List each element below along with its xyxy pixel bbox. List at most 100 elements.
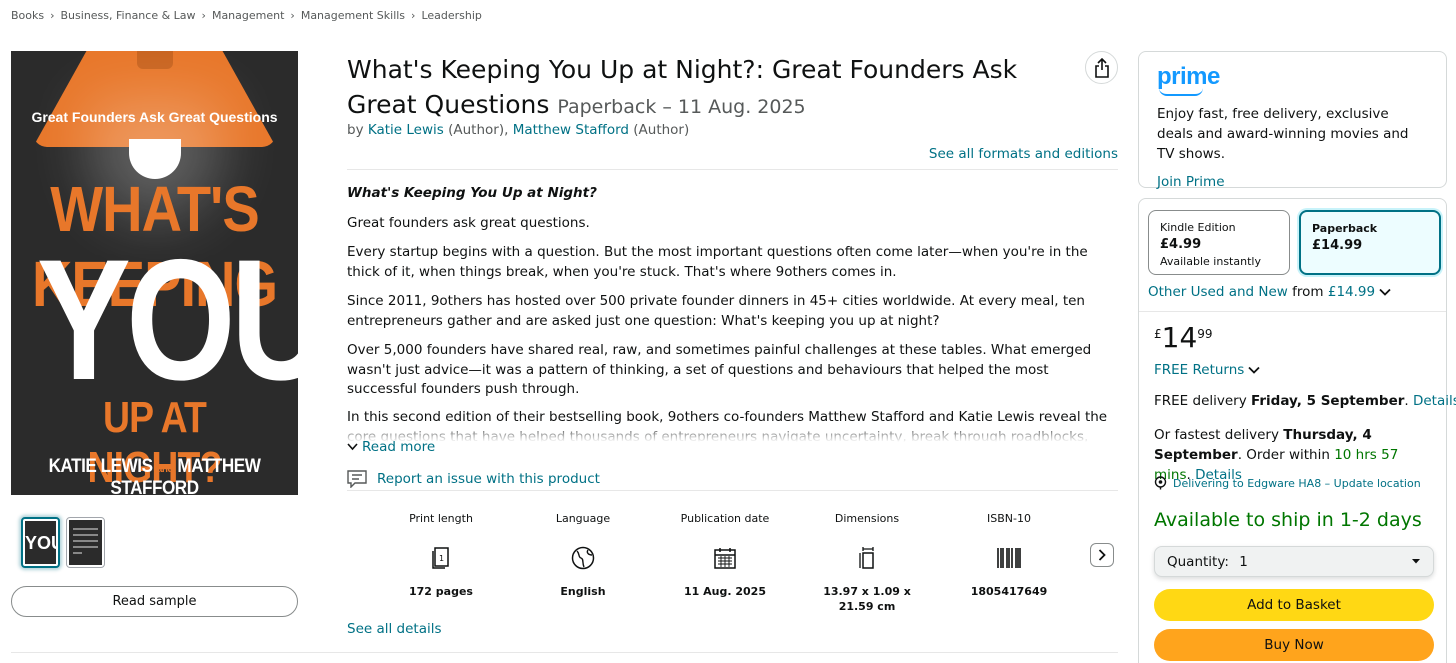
quantity-display: Quantity: 1	[1167, 554, 1248, 570]
read-more-link[interactable]: Read more	[347, 439, 435, 455]
chevron-down-icon	[1248, 366, 1260, 374]
breadcrumb-books[interactable]: Books	[11, 9, 44, 22]
ruler-icon	[857, 542, 877, 574]
share-icon	[1094, 57, 1109, 78]
description-paragraph: Great founders ask great questions.	[347, 214, 590, 231]
price-currency: £	[1154, 327, 1162, 341]
delivery-prefix: FREE delivery	[1154, 393, 1247, 409]
product-attributes-carousel: Print length 1 172 pages Language Englis…	[370, 512, 1080, 614]
breadcrumb-separator: ›	[411, 9, 416, 22]
lamp-top	[137, 51, 173, 69]
attribute-label: Publication date	[680, 512, 770, 525]
report-issue-link[interactable]: Report an issue with this product	[347, 470, 600, 488]
format-note: Available instantly	[1160, 255, 1261, 268]
attribute-value: 1805417649	[970, 585, 1048, 598]
report-issue-label: Report an issue with this product	[377, 471, 600, 487]
breadcrumb-separator: ›	[201, 9, 206, 22]
thumbnail-line	[73, 546, 98, 548]
add-to-basket-button[interactable]: Add to Basket	[1154, 589, 1434, 621]
chevron-down-icon[interactable]	[1379, 288, 1392, 296]
price-whole: 14	[1161, 321, 1198, 354]
thumbnail-back[interactable]	[66, 517, 105, 568]
other-used-from: from	[1292, 284, 1324, 300]
byline: by Katie Lewis (Author), Matthew Staffor…	[347, 122, 689, 138]
format-name: Paperback	[1312, 222, 1378, 235]
attribute-label: Dimensions	[834, 512, 900, 525]
globe-icon	[571, 542, 595, 574]
price: £ 14 99	[1154, 321, 1213, 355]
free-delivery-info: FREE delivery Friday, 5 September. Detai…	[1154, 393, 1456, 409]
divider	[347, 169, 1118, 170]
delivery-details-link[interactable]: Details	[1413, 393, 1456, 409]
buy-box: Kindle Edition £4.99 Available instantly…	[1138, 198, 1456, 663]
availability-status: Available to ship in 1-2 days	[1154, 509, 1422, 531]
thumbnail-front[interactable]: YOU	[21, 517, 60, 568]
delivery-location-link[interactable]: Delivering to Edgware HA8 – Update locat…	[1154, 476, 1421, 490]
read-more-label: Read more	[362, 439, 436, 455]
join-prime-link[interactable]: Join Prime	[1157, 174, 1428, 190]
product-title: What's Keeping You Up at Night?: Great F…	[347, 52, 1047, 125]
see-all-details-link[interactable]: See all details	[347, 621, 442, 637]
format-price: £4.99	[1160, 237, 1202, 252]
breadcrumb-management[interactable]: Management	[212, 9, 284, 22]
calendar-icon	[714, 542, 736, 574]
attribute-publication-date: Publication date 11 Aug. 2025	[654, 512, 796, 614]
attribute-language: Language English	[512, 512, 654, 614]
product-format-date: Paperback – 11 Aug. 2025	[557, 96, 806, 118]
breadcrumb-business[interactable]: Business, Finance & Law	[61, 9, 196, 22]
chevron-right-icon	[1098, 549, 1106, 561]
description-paragraph: Over 5,000 founders have shared real, ra…	[347, 342, 1092, 397]
format-price: £14.99	[1312, 238, 1363, 253]
read-sample-button[interactable]: Read sample	[11, 586, 298, 617]
other-used-price-link[interactable]: £14.99	[1328, 284, 1375, 300]
author-link-katie-lewis[interactable]: Katie Lewis	[368, 122, 444, 138]
attribute-value: 13.97 x 1.09 x 21.59 cm	[823, 585, 911, 613]
prime-promo-text: Enjoy fast, free delivery, exclusive dea…	[1157, 106, 1409, 162]
thumbnail-front-image: YOU	[25, 521, 56, 564]
cover-tagline: Great Founders Ask Great Questions	[31, 109, 278, 125]
divider	[347, 490, 1118, 491]
thumbnail-line	[73, 528, 98, 530]
carousel-next-button[interactable]	[1090, 543, 1114, 567]
barcode-icon	[996, 542, 1022, 574]
cover-author1: KATIE LEWIS	[48, 456, 153, 477]
thumbnail-line	[73, 534, 98, 536]
report-icon	[347, 470, 367, 488]
breadcrumb-management-skills[interactable]: Management Skills	[301, 9, 405, 22]
attribute-dimensions: Dimensions 13.97 x 1.09 x 21.59 cm	[796, 512, 938, 614]
other-used-new-link[interactable]: Other Used and New	[1148, 284, 1288, 300]
cover-and: and	[156, 463, 174, 475]
prime-promo-box: prime Enjoy fast, free delivery, exclusi…	[1138, 51, 1447, 190]
attribute-isbn10: ISBN-10 1805417649	[938, 512, 1080, 614]
free-returns-label: FREE Returns	[1154, 362, 1245, 378]
free-returns-link[interactable]: FREE Returns	[1154, 362, 1260, 378]
thumbnail-back-image	[69, 520, 102, 565]
format-card-paperback[interactable]: Paperback £14.99	[1299, 210, 1441, 275]
attribute-value: 172 pages	[409, 585, 473, 598]
divider	[1139, 311, 1446, 312]
thumbnail-text: YOU	[25, 533, 56, 553]
format-selector: Kindle Edition £4.99 Available instantly…	[1148, 210, 1441, 275]
thumbnail-line	[73, 552, 82, 554]
breadcrumb-leadership[interactable]: Leadership	[421, 9, 481, 22]
chevron-down-icon	[1412, 559, 1420, 564]
format-card-kindle[interactable]: Kindle Edition £4.99 Available instantly	[1148, 210, 1290, 275]
breadcrumb-separator: ›	[290, 9, 295, 22]
attribute-label: ISBN-10	[987, 512, 1031, 525]
cover-authors: KATIE LEWIS and MATTHEW STAFFORD	[25, 456, 283, 495]
description-paragraph: Since 2011, 9others has hosted over 500 …	[347, 293, 1085, 329]
quantity-value: 1	[1239, 553, 1248, 570]
order-within-label: Order within	[1246, 447, 1330, 463]
see-all-formats-link[interactable]: See all formats and editions	[929, 146, 1118, 162]
buy-now-button[interactable]: Buy Now	[1154, 629, 1434, 661]
book-cover-image[interactable]: Great Founders Ask Great Questions WHAT'…	[11, 51, 298, 495]
prime-logo-text: prime	[1157, 63, 1220, 90]
attribute-value: English	[560, 585, 606, 598]
prime-smile	[1159, 88, 1203, 96]
divider	[11, 652, 1118, 653]
attribute-print-length: Print length 1 172 pages	[370, 512, 512, 614]
quantity-select[interactable]: Quantity: 1	[1154, 546, 1434, 577]
author-link-matthew-stafford[interactable]: Matthew Stafford	[513, 122, 629, 138]
share-button[interactable]	[1085, 51, 1118, 84]
description-fade	[347, 428, 1117, 442]
